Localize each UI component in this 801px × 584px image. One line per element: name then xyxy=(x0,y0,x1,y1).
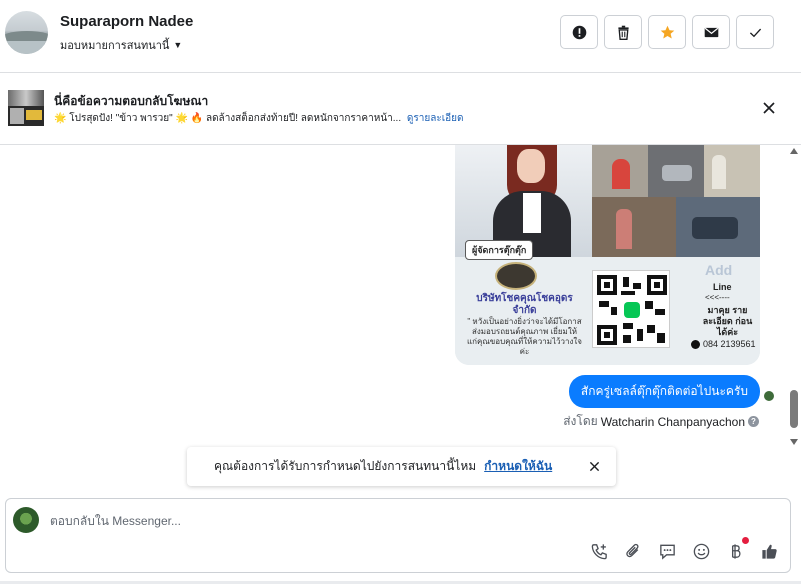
trash-icon xyxy=(617,25,629,40)
sender-avatar xyxy=(763,390,775,402)
poster-add: Add xyxy=(705,262,733,278)
like-icon xyxy=(761,544,777,559)
help-icon[interactable]: ? xyxy=(748,416,759,427)
line-app-icon xyxy=(624,302,640,318)
poster-tag: ผู้จัดการตุ๊กตุ๊ก xyxy=(465,240,534,260)
delete-button[interactable] xyxy=(604,15,642,49)
line-qr-code xyxy=(592,270,670,348)
like-button[interactable] xyxy=(758,540,780,562)
company-logo xyxy=(495,262,537,290)
attachment-icon xyxy=(625,543,639,557)
payment-button[interactable] xyxy=(724,537,749,562)
emoji-button[interactable] xyxy=(690,540,712,562)
spam-button[interactable] xyxy=(560,15,598,49)
poster-company: บริษัทโชคคุณโชคอุดร จำกัด xyxy=(476,293,573,316)
star-button[interactable] xyxy=(648,15,686,49)
ad-banner-subtitle: 🌟 โปรสุดปัง! "ข้าว พารวย" 🌟 🔥 ลดล้างสต็อ… xyxy=(54,111,464,126)
poster-slogan: " หวังเป็นอย่างยิ่งว่าจะได้มีโอกาสส่งมอบ… xyxy=(467,317,582,356)
check-icon xyxy=(749,28,761,37)
conversation-header: Suparaporn Nadee มอบหมายการสนทนานี้ ▼ xyxy=(0,0,801,73)
scroll-down-icon[interactable] xyxy=(790,439,798,445)
poster-phone: 084 2139561 xyxy=(691,339,756,349)
call-add-icon xyxy=(591,543,607,559)
poster-line: Line xyxy=(713,282,732,292)
composer-tools xyxy=(588,537,780,562)
messenger-inbox: Suparaporn Nadee มอบหมายการสนทนานี้ ▼ นี… xyxy=(0,0,801,584)
scroll-up-icon[interactable] xyxy=(790,148,798,154)
poster-detail: มาคุย รายละเอียด ก่อนได้ค่ะ xyxy=(702,305,753,337)
mark-unread-button[interactable] xyxy=(692,15,730,49)
ad-subtitle-text: 🌟 โปรสุดปัง! "ข้าว พารวย" 🌟 🔥 ลดล้างสต็อ… xyxy=(54,113,402,124)
close-icon xyxy=(763,102,775,114)
avatar[interactable] xyxy=(5,11,48,54)
reply-input[interactable]: ตอบกลับใน Messenger... xyxy=(50,512,181,531)
reply-composer: ตอบกลับใน Messenger... xyxy=(5,498,791,573)
header-actions xyxy=(560,15,774,49)
assign-prompt-close-button[interactable] xyxy=(586,459,602,475)
spam-icon xyxy=(572,25,586,39)
phone-icon xyxy=(691,339,700,349)
assign-label: มอบหมายการสนทนานี้ xyxy=(60,40,170,52)
star-icon xyxy=(660,25,674,38)
assign-prompt-text: คุณต้องการได้รับการกำหนดไปยังการสนทนานี้… xyxy=(214,459,477,473)
sent-by-label: ส่งโดย Watcharin Chanpanyachon ? xyxy=(563,412,759,431)
assign-to-me-link[interactable]: กำหนดให้ฉัน xyxy=(484,457,552,476)
message-thread: ผู้จัดการตุ๊กตุ๊ก บริษัทโชคคุณโชคอุดร จำ… xyxy=(0,145,801,490)
assign-dropdown[interactable]: มอบหมายการสนทนานี้ ▼ xyxy=(60,36,182,54)
saved-reply-icon xyxy=(659,544,675,560)
emoji-icon xyxy=(693,543,709,559)
ad-banner-close-button[interactable] xyxy=(759,98,779,118)
message-bubble[interactable]: สักครู่เซลล์ตุ๊กตุ๊กติดต่อไปนะครับ xyxy=(568,375,760,408)
sent-by-prefix: ส่งโดย xyxy=(563,414,598,428)
ad-reply-banner: นี่คือข้อความตอบกลับโฆษณา 🌟 โปรสุดปัง! "… xyxy=(0,73,801,145)
poster-arrows: <<<---- xyxy=(705,293,730,302)
call-add-button[interactable] xyxy=(588,540,610,562)
baht-icon xyxy=(731,543,741,559)
ad-detail-link[interactable]: ดูรายละเอียด xyxy=(407,113,464,124)
ad-image-message[interactable]: ผู้จัดการตุ๊กตุ๊ก บริษัทโชคคุณโชคอุดร จำ… xyxy=(455,145,760,365)
thread-scrollbar[interactable] xyxy=(789,148,799,445)
sent-by-name: Watcharin Chanpanyachon xyxy=(600,414,745,429)
user-name[interactable]: Suparaporn Nadee xyxy=(60,13,193,30)
avatar-water xyxy=(5,41,48,54)
attach-button[interactable] xyxy=(622,540,644,562)
photo-collage xyxy=(592,145,760,257)
mail-icon xyxy=(704,27,718,37)
mark-done-button[interactable] xyxy=(736,15,774,49)
chevron-down-icon: ▼ xyxy=(173,40,183,50)
assign-prompt: คุณต้องการได้รับการกำหนดไปยังการสนทนานี้… xyxy=(187,447,616,486)
ad-banner-title: นี่คือข้อความตอบกลับโฆษณา xyxy=(54,94,209,108)
page-avatar xyxy=(13,507,39,533)
ad-thumbnail[interactable] xyxy=(8,90,44,126)
scrollbar-thumb[interactable] xyxy=(790,390,798,428)
notification-dot xyxy=(742,537,749,544)
saved-reply-button[interactable] xyxy=(656,540,678,562)
close-icon xyxy=(589,461,599,472)
